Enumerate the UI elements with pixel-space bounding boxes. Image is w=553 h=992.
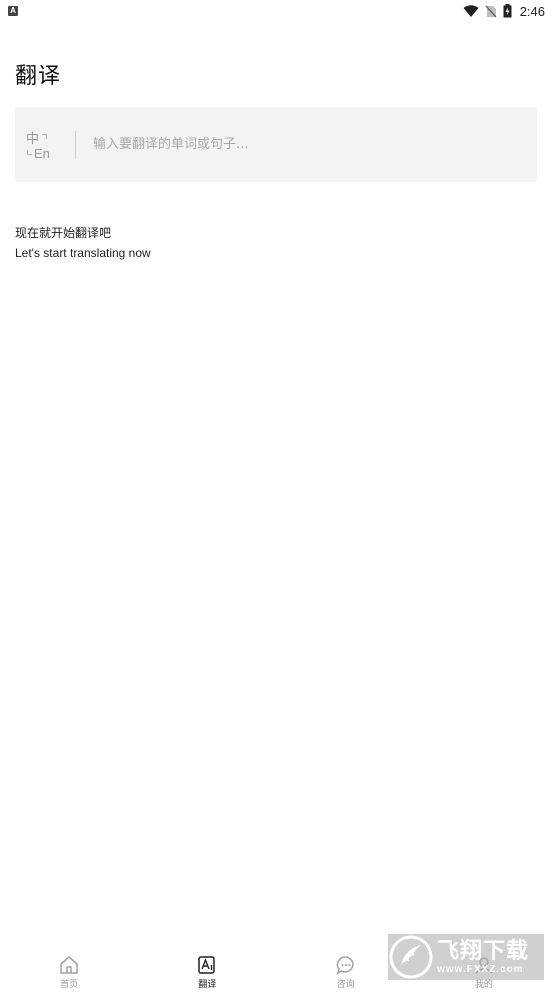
lang-to-label: En xyxy=(34,145,50,161)
translate-input-card[interactable]: 中 En xyxy=(15,107,537,182)
watermark: 飞翔下载 www.FXXZ.com xyxy=(388,934,544,980)
status-left: A xyxy=(8,6,18,16)
watermark-brand: 飞翔下载 xyxy=(437,938,530,964)
page-title: 翻译 xyxy=(15,64,62,89)
nav-item-translate[interactable]: 翻译 xyxy=(138,948,276,992)
prompt-text-en: Let's start translating now xyxy=(15,246,151,260)
nav-item-home[interactable]: 首页 xyxy=(0,948,138,992)
nav-label-translate: 翻译 xyxy=(198,980,217,990)
clock: 2:46 xyxy=(519,3,545,19)
battery-charging-icon xyxy=(503,4,512,18)
arrow-top-icon xyxy=(42,133,47,139)
nav-label-home: 首页 xyxy=(60,980,79,990)
chat-bubble-icon xyxy=(335,955,357,975)
lang-from-label: 中 xyxy=(26,131,40,147)
watermark-logo-icon xyxy=(389,935,433,979)
watermark-text: 飞翔下载 www.FXXZ.com xyxy=(437,938,530,975)
nav-label-consult: 咨询 xyxy=(336,980,355,990)
status-bar: A 2:46 xyxy=(0,0,553,22)
vertical-divider xyxy=(75,130,76,159)
home-icon xyxy=(58,955,80,975)
arrow-bottom-icon xyxy=(27,149,32,155)
translate-icon xyxy=(197,955,217,975)
notification-a-icon: A xyxy=(8,6,18,16)
translate-input[interactable] xyxy=(91,136,515,153)
language-switch[interactable]: 中 En xyxy=(25,126,73,164)
status-right: 2:46 xyxy=(463,4,545,19)
prompt-text-zh: 现在就开始翻译吧 xyxy=(15,226,112,240)
watermark-url: www.FXXZ.com xyxy=(437,963,524,975)
wifi-icon xyxy=(463,5,479,17)
no-sim-icon xyxy=(485,5,497,18)
